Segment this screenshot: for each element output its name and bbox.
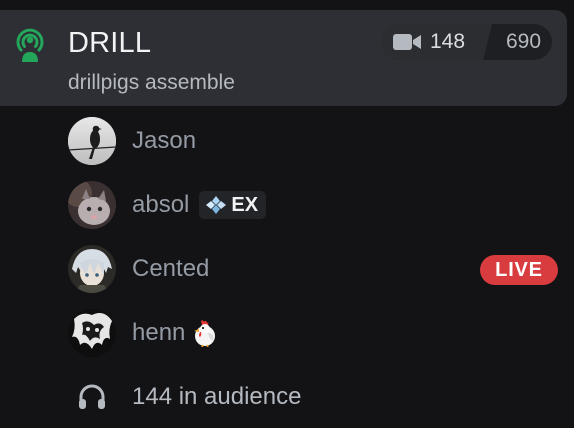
avatar xyxy=(68,181,116,229)
member-name: henn xyxy=(132,319,186,346)
member-name: Cented xyxy=(132,255,210,282)
member-row-absol[interactable]: absol EX xyxy=(68,180,558,230)
anime-character-avatar xyxy=(68,245,116,293)
member-row-jason[interactable]: Jason xyxy=(68,116,558,166)
user-count-current-segment: 148 xyxy=(382,24,492,60)
stage-channel-header[interactable]: DRILL drillpigs assemble 148 690 xyxy=(0,10,567,106)
user-count-pill: 148 690 xyxy=(382,24,552,60)
stage-channel-panel: DRILL drillpigs assemble 148 690 Jason a… xyxy=(0,0,574,428)
diamond-icon xyxy=(206,196,227,214)
audience-count: 144 in audience xyxy=(132,383,302,410)
server-tag-badge[interactable]: EX xyxy=(199,191,267,219)
headphones-icon xyxy=(79,384,105,409)
cat-avatar xyxy=(68,181,116,229)
user-count-limit: 690 xyxy=(506,30,542,53)
member-name: Jason xyxy=(132,127,197,154)
server-tag-label: EX xyxy=(231,193,259,216)
channel-topic: drillpigs assemble xyxy=(68,71,235,94)
user-count-current: 148 xyxy=(430,30,466,53)
avatar xyxy=(68,309,116,357)
chicken-emoji-icon xyxy=(194,320,216,347)
bird-on-wire-avatar xyxy=(68,117,116,165)
video-camera-icon xyxy=(393,34,421,50)
live-badge[interactable]: LIVE xyxy=(480,255,558,285)
member-row-cented[interactable]: Cented LIVE xyxy=(68,244,558,294)
member-row-henn[interactable]: henn xyxy=(68,308,558,358)
avatar xyxy=(68,245,116,293)
channel-name: DRILL xyxy=(68,27,152,59)
audience-row[interactable]: 144 in audience xyxy=(68,372,468,422)
dark-figure-avatar xyxy=(68,309,116,357)
stage-icon xyxy=(16,28,44,62)
member-name: absol xyxy=(132,191,190,218)
live-badge-label: LIVE xyxy=(495,258,543,281)
avatar xyxy=(68,117,116,165)
